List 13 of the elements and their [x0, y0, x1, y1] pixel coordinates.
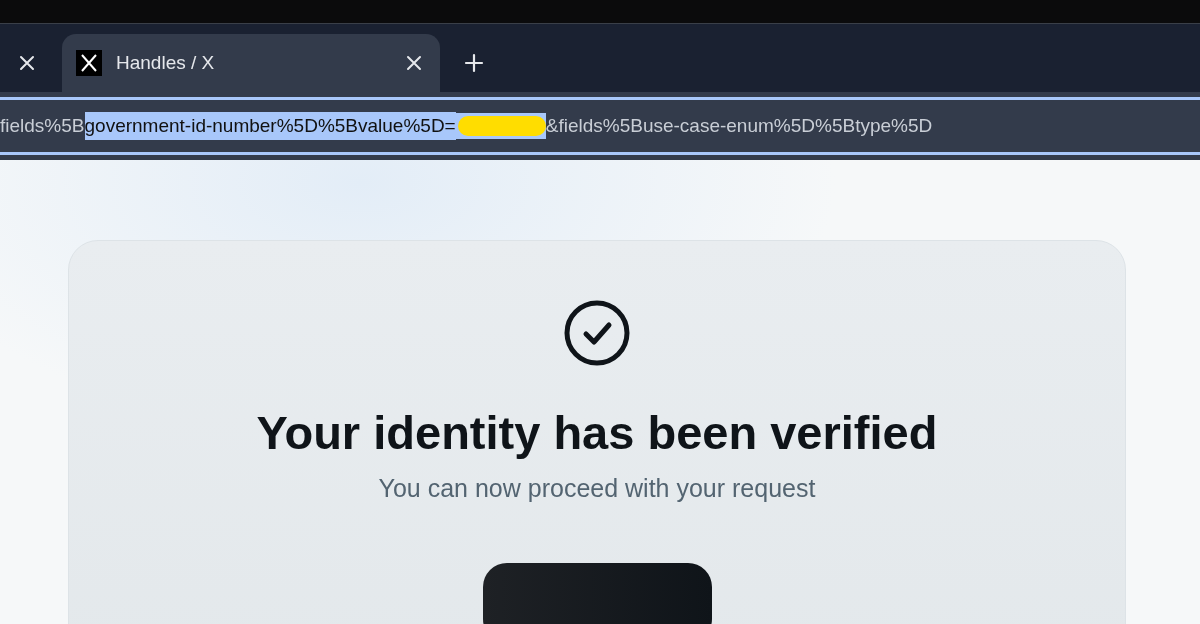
- close-icon: [19, 55, 35, 71]
- url-text: government-id-number%5D%5Bvalue%5D=: [84, 112, 456, 140]
- heading: Your identity has been verified: [256, 405, 938, 460]
- close-icon: [406, 55, 422, 71]
- url-text: fields%5B: [0, 114, 85, 138]
- check-circle-icon: [563, 299, 631, 367]
- plus-icon: [464, 53, 484, 73]
- tab-title: Handles / X: [116, 52, 216, 74]
- x-logo-icon: [76, 50, 102, 76]
- subtitle: You can now proceed with your request: [378, 474, 816, 503]
- browser-tab[interactable]: Handles / X: [62, 34, 440, 92]
- action-button[interactable]: [482, 563, 712, 624]
- url-text: &fields%5Buse-case-enum%5D%5Btype%5D: [545, 114, 933, 138]
